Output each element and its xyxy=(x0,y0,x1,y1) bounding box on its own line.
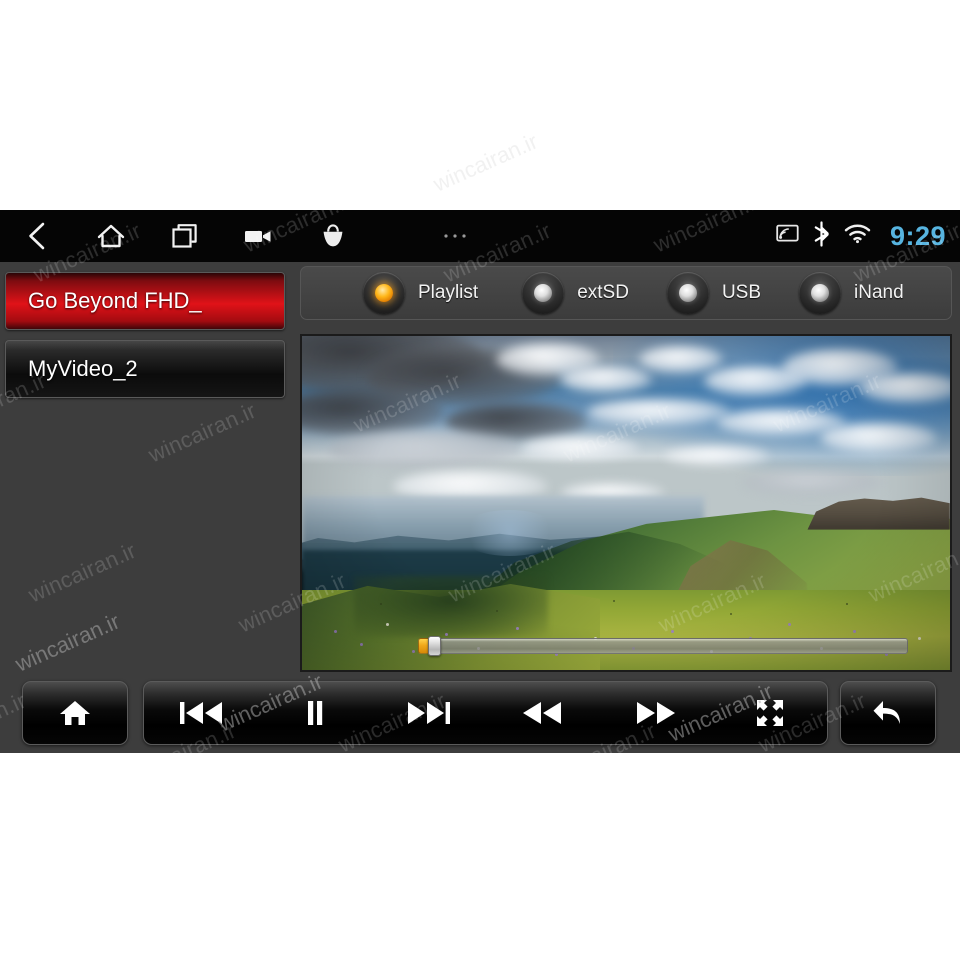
source-label: extSD xyxy=(577,282,629,303)
list-item[interactable]: Go Beyond FHD_ xyxy=(5,272,285,330)
source-option-extsd[interactable]: extSD xyxy=(522,267,629,319)
rewind-icon xyxy=(523,702,562,724)
fast-forward-icon xyxy=(637,702,676,724)
playback-control-bar xyxy=(0,673,960,753)
video-camera-icon[interactable] xyxy=(222,210,296,262)
shopping-bag-icon[interactable] xyxy=(296,210,370,262)
source-option-usb[interactable]: USB xyxy=(666,267,762,319)
rewind-button[interactable] xyxy=(485,681,599,745)
progress-track xyxy=(418,638,908,654)
bluetooth-icon[interactable] xyxy=(812,220,831,252)
source-label: Playlist xyxy=(418,282,479,303)
playlist-item-label: Go Beyond FHD_ xyxy=(28,288,202,313)
head-unit-screen: 9:29 Go Beyond FHD_ MyVideo_2 Playlist e… xyxy=(0,210,960,753)
previous-track-button[interactable] xyxy=(144,681,258,745)
wifi-icon[interactable] xyxy=(844,223,871,249)
source-option-inand[interactable]: iNand xyxy=(799,267,904,319)
previous-track-icon xyxy=(179,702,222,724)
more-options-icon[interactable] xyxy=(370,210,540,262)
screenshot-canvas: wincairan.ir wincairan.ir wincairan.ir w… xyxy=(0,0,960,960)
video-player-surface[interactable] xyxy=(300,334,952,672)
android-status-bar: 9:29 xyxy=(0,210,960,262)
next-track-button[interactable] xyxy=(372,681,486,745)
source-label: USB xyxy=(721,282,762,303)
fullscreen-icon xyxy=(757,700,784,726)
fast-forward-button[interactable] xyxy=(599,681,713,745)
status-clock: 9:29 xyxy=(889,220,946,251)
pause-icon xyxy=(307,701,322,725)
media-transport-panel xyxy=(143,681,828,745)
fullscreen-button[interactable] xyxy=(713,681,827,745)
home-icon[interactable] xyxy=(48,681,102,745)
status-indicator-group: 9:29 xyxy=(776,210,946,262)
source-selector-bar: Playlist extSD USB iNand xyxy=(300,266,952,320)
cast-icon[interactable] xyxy=(776,224,799,248)
source-label: iNand xyxy=(854,282,904,303)
back-icon[interactable] xyxy=(0,210,74,262)
playlist-sidebar: Go Beyond FHD_ MyVideo_2 xyxy=(0,262,295,673)
home-icon[interactable] xyxy=(74,210,148,262)
playlist-item-label: MyVideo_2 xyxy=(28,356,138,381)
home-button[interactable] xyxy=(22,681,128,745)
led-indicator-icon xyxy=(522,272,565,314)
return-arrow-icon[interactable] xyxy=(861,681,915,745)
recent-apps-icon[interactable] xyxy=(148,210,222,262)
led-indicator-icon xyxy=(666,272,709,314)
video-progress-slider[interactable] xyxy=(418,636,908,656)
progress-thumb[interactable] xyxy=(428,636,441,656)
pause-button[interactable] xyxy=(258,681,372,745)
list-item[interactable]: MyVideo_2 xyxy=(5,340,285,398)
next-track-icon xyxy=(407,702,450,724)
navigation-button-group xyxy=(0,210,540,262)
back-button[interactable] xyxy=(840,681,936,745)
watermark-text: wincairan.ir xyxy=(429,128,542,197)
led-indicator-icon xyxy=(363,272,405,314)
led-indicator-icon xyxy=(799,272,842,314)
video-frame-artwork xyxy=(302,336,950,670)
source-option-playlist[interactable]: Playlist xyxy=(363,267,478,319)
